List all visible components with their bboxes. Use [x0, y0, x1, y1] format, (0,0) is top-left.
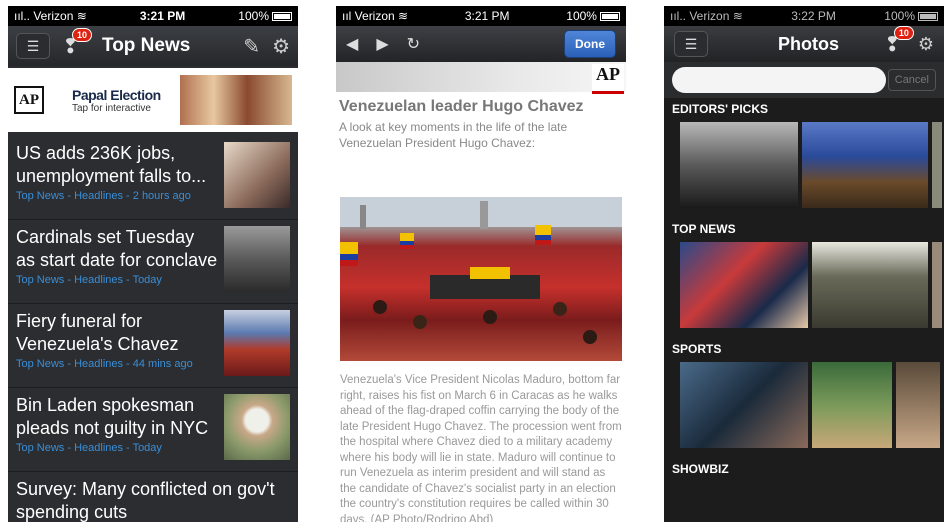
wifi-icon: ≋: [398, 9, 409, 23]
cancel-button[interactable]: Cancel: [887, 69, 936, 91]
story-headline: US adds 236K jobs, unemployment falls to…: [16, 143, 207, 186]
battery-icon: [918, 12, 938, 22]
article-photo[interactable]: [340, 197, 622, 361]
banner-image: [180, 75, 292, 125]
photo-strip-editors-picks[interactable]: [664, 118, 944, 218]
forward-arrow-icon[interactable]: ▶: [376, 34, 388, 54]
status-bar: ııl.. Verizon ≋ 3:22 PM 100%: [664, 6, 944, 26]
section-header-showbiz: SHOWBIZ: [664, 458, 944, 478]
gear-icon[interactable]: ⚙: [918, 34, 934, 55]
compose-icon[interactable]: ✎: [243, 34, 260, 59]
carrier-name: Verizon: [689, 9, 730, 23]
page-title: Photos: [778, 33, 839, 54]
photo-thumbnail[interactable]: [802, 122, 928, 208]
photo-thumbnail[interactable]: [812, 242, 928, 328]
story-headline: Bin Laden spokesman pleads not guilty in…: [16, 395, 209, 438]
photo-thumbnail[interactable]: [932, 242, 942, 328]
status-bar: ııl Verizon ≋ 3:21 PM 100%: [336, 6, 626, 26]
battery-percent: 100%: [884, 9, 915, 23]
story-meta: Top News - Headlines - Today: [16, 274, 162, 286]
done-button[interactable]: Done: [564, 30, 616, 58]
carrier-label: ııl Verizon ≋: [342, 9, 409, 23]
photo-strip-sports[interactable]: [664, 358, 944, 458]
top-news-screen: ııl.. Verizon ≋ 3:21 PM 100% ☰ ❢ 10 Top N…: [8, 6, 298, 522]
papal-election-banner[interactable]: AP Papal Election Tap for interactive: [8, 68, 298, 132]
ap-logo: AP: [14, 86, 44, 114]
search-input[interactable]: [672, 67, 886, 93]
gear-icon[interactable]: ⚙: [272, 34, 290, 59]
section-header-top-news: TOP NEWS: [664, 218, 944, 238]
photos-screen: ııl.. Verizon ≋ 3:22 PM 100% ☰ Photos ❢ 1…: [664, 6, 944, 522]
section-header-sports: SPORTS: [664, 338, 944, 358]
menu-icon[interactable]: ☰: [674, 31, 708, 57]
photo-caption: Venezuela's Vice President Nicolas Madur…: [340, 374, 622, 522]
battery-icon: [272, 12, 292, 22]
story-headline: Fiery funeral for Venezuela's Chavez: [16, 311, 179, 354]
battery-percent: 100%: [238, 9, 269, 23]
carrier-name: Verizon: [354, 9, 395, 23]
battery-status: 100%: [566, 9, 620, 23]
refresh-icon[interactable]: ↻: [407, 34, 420, 54]
story-thumbnail: [224, 142, 290, 208]
carrier-name: Verizon: [33, 9, 74, 23]
article-subtitle: A look at key moments in the life of the…: [339, 120, 568, 150]
photo-thumbnail[interactable]: [932, 122, 942, 208]
story-headline: Cardinals set Tuesday as start date for …: [16, 227, 218, 270]
story-meta: Top News - Headlines - 44 mins ago: [16, 358, 193, 370]
story-headline: Survey: Many conflicted on gov't spendin…: [16, 479, 275, 522]
battery-status: 100%: [884, 9, 938, 23]
alert-badge: 10: [893, 25, 914, 40]
article-header-bar: AP: [336, 62, 626, 94]
menu-icon[interactable]: ☰: [16, 33, 50, 59]
battery-icon: [599, 12, 620, 22]
status-bar: ııl.. Verizon ≋ 3:21 PM 100%: [8, 6, 298, 26]
wifi-icon: ≋: [732, 9, 743, 23]
story-thumbnail: [224, 394, 290, 460]
banner-title: Papal Election: [72, 86, 161, 103]
news-story-survey[interactable]: Survey: Many conflicted on gov't spendin…: [8, 472, 298, 522]
nav-bar: ☰ Photos ❢ 10 ⚙: [664, 25, 944, 62]
clock: 3:21 PM: [464, 9, 510, 23]
photo-thumbnail[interactable]: [812, 362, 892, 448]
clock: 3:22 PM: [791, 9, 836, 23]
photo-thumbnail[interactable]: [680, 242, 808, 328]
news-story-jobs[interactable]: US adds 236K jobs, unemployment falls to…: [8, 136, 298, 220]
search-bar: Cancel: [664, 62, 944, 98]
carrier-label: ııl.. Verizon ≋: [670, 9, 743, 23]
story-thumbnail: [224, 310, 290, 376]
news-story-chavez[interactable]: Fiery funeral for Venezuela's Chavez Top…: [8, 304, 298, 388]
banner-subtitle: Tap for interactive: [72, 102, 151, 114]
story-meta: Top News - Headlines - Today: [16, 442, 162, 454]
clock: 3:21 PM: [139, 9, 186, 23]
alert-badge: 10: [71, 27, 92, 42]
carrier-label: ııl.. Verizon ≋: [14, 9, 87, 23]
wifi-icon: ≋: [76, 9, 87, 23]
article-title: Venezuelan leader Hugo Chavez: [339, 98, 584, 115]
news-story-bin-laden[interactable]: Bin Laden spokesman pleads not guilty in…: [8, 388, 298, 472]
alert-icon[interactable]: ❢ 10: [62, 27, 92, 59]
back-arrow-icon[interactable]: ◀: [346, 34, 358, 54]
photo-thumbnail[interactable]: [896, 362, 940, 448]
battery-status: 100%: [238, 9, 292, 23]
battery-percent: 100%: [566, 9, 597, 23]
story-thumbnail: [224, 226, 290, 292]
page-title: Top News: [102, 35, 191, 56]
photo-strip-top-news[interactable]: [664, 238, 944, 338]
nav-bar: ☰ ❢ 10 Top News ✎ ⚙: [8, 26, 298, 66]
story-meta: Top News - Headlines - 2 hours ago: [16, 190, 191, 202]
browser-toolbar: ◀ ▶ ↻ Done: [336, 26, 626, 62]
ap-logo: AP: [592, 64, 624, 94]
crowd-photo-icon: [340, 197, 622, 344]
photo-thumbnail[interactable]: [680, 122, 798, 208]
article-screen: ııl Verizon ≋ 3:21 PM 100% ◀ ▶ ↻ Done AP…: [336, 6, 626, 522]
alert-icon[interactable]: ❢ 10: [884, 25, 914, 57]
news-story-cardinals[interactable]: Cardinals set Tuesday as start date for …: [8, 220, 298, 304]
photo-thumbnail[interactable]: [680, 362, 808, 448]
section-header-editors-picks: EDITORS' PICKS: [664, 98, 944, 118]
